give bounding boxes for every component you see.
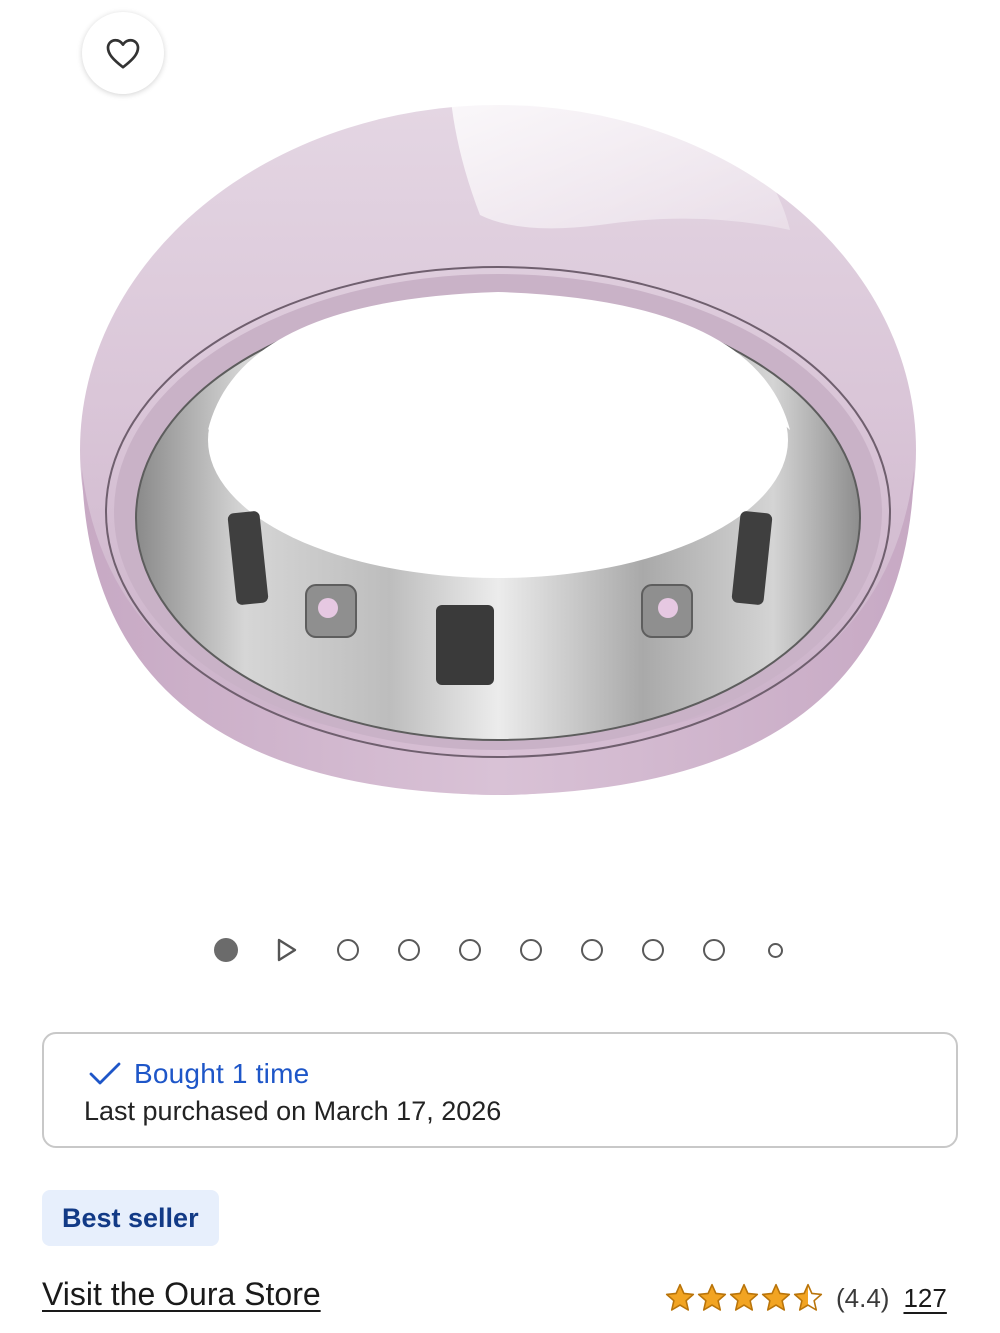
- star-full-icon: [697, 1283, 727, 1311]
- gallery-dot-5[interactable]: [450, 930, 490, 970]
- star-half-icon: [793, 1283, 823, 1311]
- gallery-dot-3[interactable]: [328, 930, 368, 970]
- product-image[interactable]: [0, 0, 1000, 900]
- checkmark-icon: [89, 1062, 121, 1085]
- gallery-dot-1-active[interactable]: [206, 930, 246, 970]
- rating-count-link[interactable]: 127: [903, 1283, 946, 1314]
- bought-count-label: Bought 1 time: [134, 1058, 310, 1089]
- gallery-dot-7[interactable]: [572, 930, 612, 970]
- gallery-pagination: [0, 930, 1000, 970]
- product-image-gallery[interactable]: [0, 0, 1000, 900]
- rating-value: (4.4): [836, 1282, 890, 1313]
- gallery-dot-9[interactable]: [694, 930, 734, 970]
- visit-store-link[interactable]: Visit the Oura Store: [42, 1276, 321, 1313]
- heart-outline-icon: [106, 38, 140, 69]
- best-seller-badge: Best seller: [42, 1190, 219, 1246]
- star-full-icon: [729, 1283, 759, 1311]
- star-full-icon: [761, 1283, 791, 1311]
- gallery-dot-10[interactable]: [755, 930, 795, 970]
- rating-stars[interactable]: [664, 1282, 824, 1314]
- star-full-icon: [665, 1283, 695, 1311]
- product-rating: (4.4) 127: [664, 1278, 947, 1318]
- gallery-video-play-icon[interactable]: [267, 930, 307, 970]
- wishlist-button[interactable]: [82, 12, 164, 94]
- gallery-dot-8[interactable]: [633, 930, 673, 970]
- gallery-dot-4[interactable]: [389, 930, 429, 970]
- last-purchased-date: Last purchased on March 17, 2026: [84, 1096, 502, 1126]
- purchase-history-card[interactable]: Bought 1 time Last purchased on March 17…: [42, 1032, 958, 1148]
- gallery-dot-6[interactable]: [511, 930, 551, 970]
